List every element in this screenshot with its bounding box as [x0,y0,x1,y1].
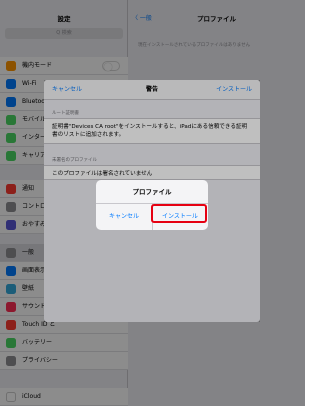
ipad-screen: SoftBank 4G 設定 Q 検索 機内モードWi-FiBluetoothモ… [0,0,305,406]
alert-title: プロファイル [132,188,172,196]
alert-cancel-button[interactable]: キャンセル [96,203,152,230]
install-highlight-frame [151,204,207,223]
